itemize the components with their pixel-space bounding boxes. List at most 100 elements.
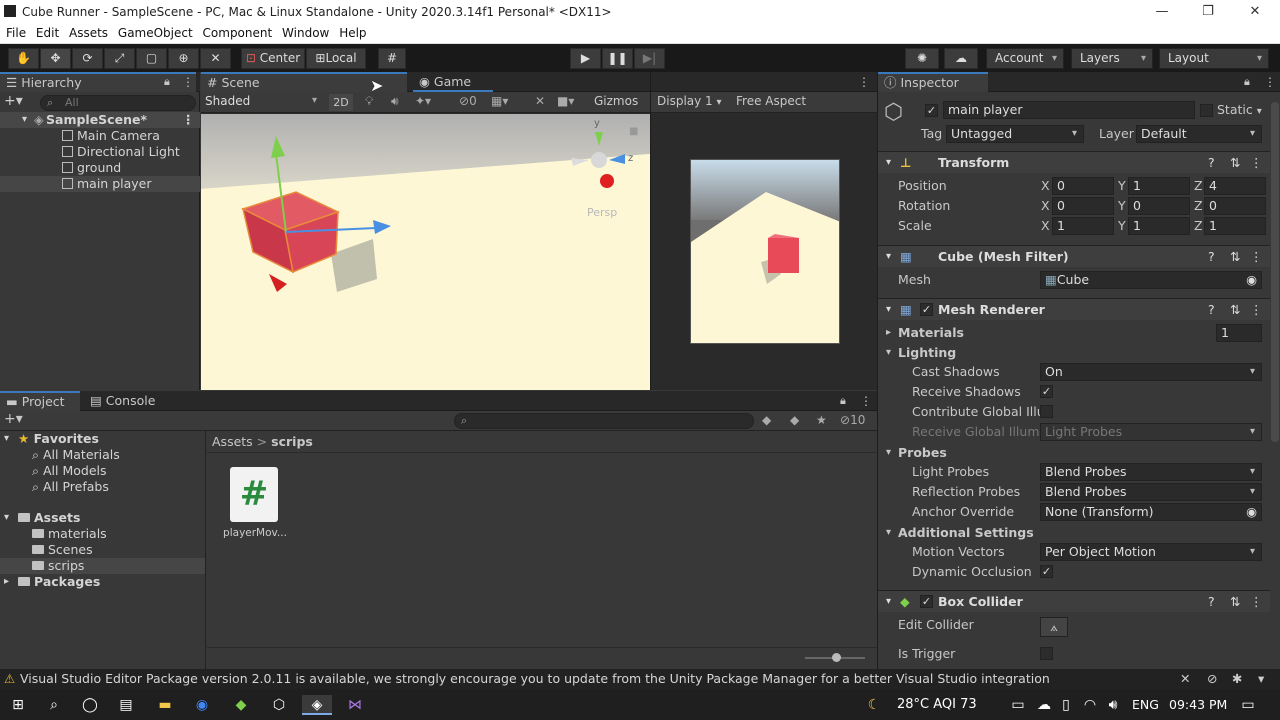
motion-vectors-dropdown[interactable]: Per Object Motion [1040,543,1262,561]
inspector-menu-icon[interactable]: ⋮ [1264,75,1276,89]
scale-y-field[interactable]: 1 [1128,217,1190,235]
mesh-filter-header[interactable]: ▾ ▦ Cube (Mesh Filter) ? ⇅ ⋮ [878,245,1270,267]
task-view-icon[interactable]: ▤ [116,695,136,715]
preset-icon[interactable]: ⇅ [1230,299,1240,321]
scene-row[interactable]: ▾ ◈ SampleScene* ⋮ [0,112,200,128]
menu-file[interactable]: File [6,24,26,40]
game-viewport[interactable] [690,159,840,344]
visual-studio-icon[interactable]: ⋈ [345,695,365,715]
probes-row[interactable]: ▾ Probes [878,443,1268,463]
progress-icon[interactable]: ⊘ [1207,669,1217,689]
pivot-center-button[interactable]: ⊡ Center [241,48,305,69]
hidden-objects-icon[interactable]: ⊘0 [459,94,477,108]
layout-dropdown[interactable]: Layout [1159,48,1269,69]
scale-tool-icon[interactable]: ⤢ [104,48,135,69]
fav-all-models[interactable]: ⌕ All Models [0,463,205,479]
preset-icon[interactable]: ⇅ [1230,591,1240,613]
menu-edit[interactable]: Edit [36,24,59,40]
taskbar-search-icon[interactable]: ⌕ [44,695,64,715]
preset-icon[interactable]: ⇅ [1230,246,1240,268]
breadcrumb-assets[interactable]: Assets [212,434,253,449]
pause-button[interactable]: ❚❚ [602,48,633,69]
object-active-checkbox[interactable]: ✓ [925,104,938,117]
weather-text[interactable]: 28°C AQI 73 [897,697,977,712]
clock[interactable]: 09:43 PM [1169,697,1227,712]
tab-inspector[interactable]: ⓘ Inspector [878,72,988,92]
inspector-scrollbar[interactable] [1271,102,1279,442]
contribute-gi-checkbox[interactable] [1040,405,1053,418]
gizmos-dropdown[interactable]: Gizmos [594,94,638,108]
move-tool-icon[interactable]: ✥ [40,48,71,69]
custom-tool-icon[interactable]: ✕ [200,48,231,69]
reflection-probes-dropdown[interactable]: Blend Probes [1040,483,1262,501]
restore-button[interactable]: ❐ [1188,2,1228,22]
tab-project[interactable]: ▬ Project [0,391,80,411]
device-icon[interactable]: ▯ [1056,695,1076,715]
menu-help[interactable]: Help [339,24,366,40]
debug-icon[interactable]: ✱ [1232,669,1242,689]
battery-icon[interactable]: ▭ [1008,695,1028,715]
cortana-icon[interactable]: ◯ [80,695,100,715]
account-dropdown[interactable]: Account [986,48,1064,69]
audio-toggle-icon[interactable]: 🔊︎ [391,94,399,109]
script-asset[interactable]: # playerMov... [222,467,288,547]
is-trigger-checkbox[interactable] [1040,647,1053,660]
object-picker-icon[interactable]: ◉ [1246,272,1257,288]
grid-snap-icon[interactable]: # [378,48,406,69]
step-button[interactable]: ▶| [634,48,665,69]
mesh-renderer-enabled-checkbox[interactable]: ✓ [920,303,933,316]
rotate-tool-icon[interactable]: ⟳ [72,48,103,69]
hand-tool-icon[interactable]: ✋ [8,48,39,69]
tab-game[interactable]: ◉ Game [413,72,493,92]
bluestacks-icon[interactable]: ◆ [231,695,251,715]
notifications-icon[interactable]: ▭ [1238,695,1258,715]
kebab-menu-icon[interactable]: ⋮ [182,75,194,89]
scale-x-field[interactable]: 1 [1052,217,1114,235]
grid-toggle-icon[interactable]: ▦▾ [491,94,508,108]
folder-scrips[interactable]: scrips [0,558,205,574]
rotation-z-field[interactable]: 0 [1204,197,1266,215]
object-name-field[interactable]: main player [943,101,1195,119]
display-dropdown[interactable]: Display 1 ▾ [657,94,722,108]
close-button[interactable]: ✕ [1235,2,1275,22]
hierarchy-item-directional-light[interactable]: Directional Light [0,144,200,160]
transform-header[interactable]: ▾ ⊥ Transform ? ⇅ ⋮ [878,151,1270,173]
chrome-icon[interactable]: ◉ [192,695,212,715]
materials-row[interactable]: ▸ Materials 1 [878,323,1268,343]
folder-scenes[interactable]: Scenes [0,542,205,558]
project-search-input[interactable]: ⌕ [454,413,754,429]
menu-component[interactable]: Component [203,24,273,40]
layers-dropdown[interactable]: Layers [1071,48,1153,69]
language-indicator[interactable]: ENG [1132,697,1159,712]
tag-dropdown[interactable]: Untagged [946,125,1084,143]
rotation-x-field[interactable]: 0 [1052,197,1114,215]
hidden-packages-icon[interactable]: ⊘10 [840,413,865,427]
camera-icon[interactable]: ■▾ [557,94,574,108]
project-lock-icon[interactable]: 🔒︎ [840,394,846,408]
component-menu-icon[interactable]: ⋮ [1250,299,1263,321]
scene-menu-icon[interactable]: ⋮ [182,112,195,128]
project-menu-icon[interactable]: ⋮ [860,394,872,408]
filter-type-icon[interactable]: ◆ [762,413,771,427]
component-menu-icon[interactable]: ⋮ [1250,152,1263,174]
play-button[interactable]: ▶ [570,48,601,69]
help-icon[interactable]: ? [1208,246,1215,268]
packages-row[interactable]: ▸ Packages [0,574,205,590]
rotation-y-field[interactable]: 0 [1128,197,1190,215]
transform-tool-icon[interactable]: ⊕ [168,48,199,69]
hierarchy-item-main-camera[interactable]: Main Camera [0,128,200,144]
toggle-2d-button[interactable]: 2D [329,94,353,111]
box-collider-header[interactable]: ▾ ◆ ✓ Box Collider ? ⇅ ⋮ [878,590,1270,612]
unity-hub-icon[interactable]: ⬡ [269,695,289,715]
component-menu-icon[interactable]: ⋮ [1250,246,1263,268]
windows-start-icon[interactable]: ⊞ [8,695,28,715]
hierarchy-search-input[interactable]: ⌕ All [40,95,196,111]
unity-editor-taskbar-icon[interactable]: ◈ [302,695,332,715]
favorites-row[interactable]: ▾ ★ Favorites [0,431,205,447]
rect-tool-icon[interactable]: ▢ [136,48,167,69]
menu-window[interactable]: Window [282,24,329,40]
lock-icon[interactable]: 🔒︎ [164,75,170,89]
assets-row[interactable]: ▾ Assets [0,510,205,526]
position-x-field[interactable]: 0 [1052,177,1114,195]
aspect-dropdown[interactable]: Free Aspect [736,94,806,108]
